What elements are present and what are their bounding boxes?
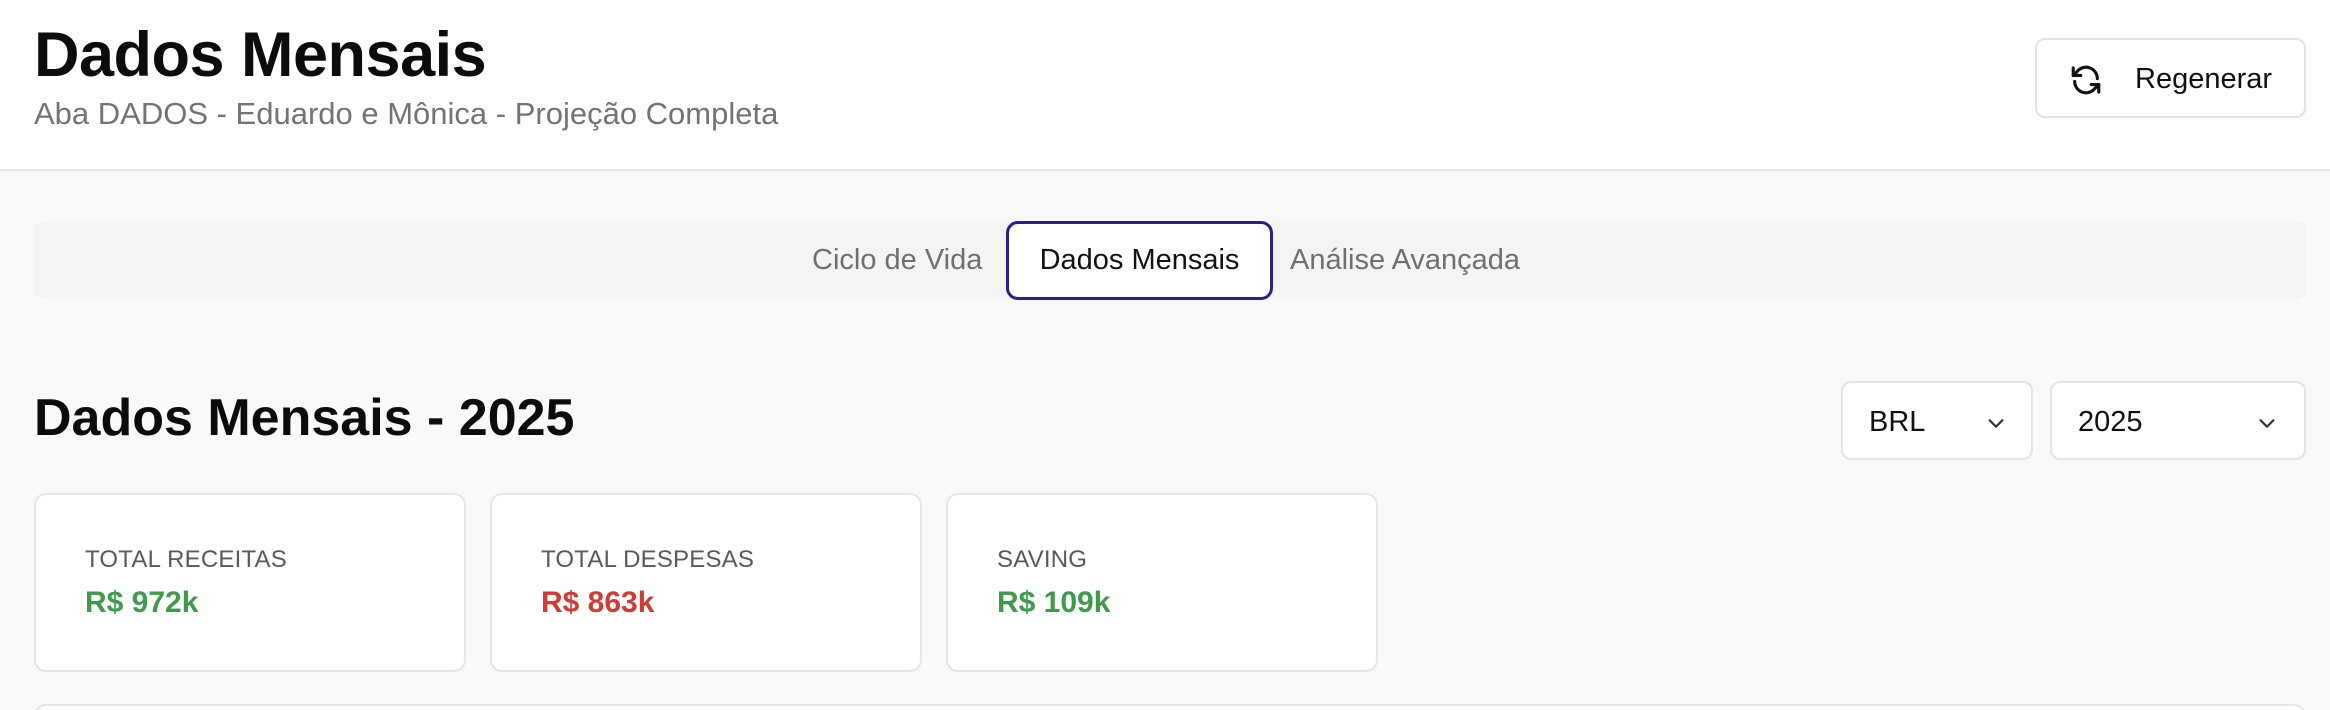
section-title: Dados Mensais - 2025 xyxy=(34,389,575,447)
summary-card-total-receitas: TOTAL RECEITAS R$ 972k xyxy=(34,493,466,672)
year-select[interactable]: 2025 xyxy=(2050,381,2306,460)
page-title: Dados Mensais xyxy=(34,20,487,90)
card-value: R$ 109k xyxy=(997,586,1111,619)
currency-select[interactable]: BRL xyxy=(1841,381,2033,460)
card-label: TOTAL DESPESAS xyxy=(541,546,755,573)
card-value: R$ 863k xyxy=(541,586,655,619)
refresh-icon xyxy=(2071,65,2101,95)
card-value: R$ 972k xyxy=(85,586,199,619)
summary-card-total-despesas: TOTAL DESPESAS R$ 863k xyxy=(490,493,922,672)
monthly-data-panel xyxy=(34,704,2306,710)
chevron-down-icon xyxy=(2259,419,2275,428)
tab-analise-avancada[interactable]: Análise Avançada xyxy=(1290,221,1520,299)
currency-select-value: BRL xyxy=(1869,406,1926,438)
regenerate-button[interactable]: Regenerar xyxy=(2035,38,2306,118)
chevron-down-icon xyxy=(1988,419,2004,428)
page-header: Dados Mensais Aba DADOS - Eduardo e Môni… xyxy=(0,0,2330,171)
card-label: SAVING xyxy=(997,546,1088,573)
card-label: TOTAL RECEITAS xyxy=(85,546,287,573)
summary-card-saving: SAVING R$ 109k xyxy=(946,493,1378,672)
year-select-value: 2025 xyxy=(2078,406,2143,438)
page-subtitle: Aba DADOS - Eduardo e Mônica - Projeção … xyxy=(34,96,779,131)
tab-dados-mensais[interactable]: Dados Mensais xyxy=(1006,221,1273,300)
regenerate-label: Regenerar xyxy=(2135,63,2273,95)
tab-ciclo-de-vida[interactable]: Ciclo de Vida xyxy=(812,221,982,299)
